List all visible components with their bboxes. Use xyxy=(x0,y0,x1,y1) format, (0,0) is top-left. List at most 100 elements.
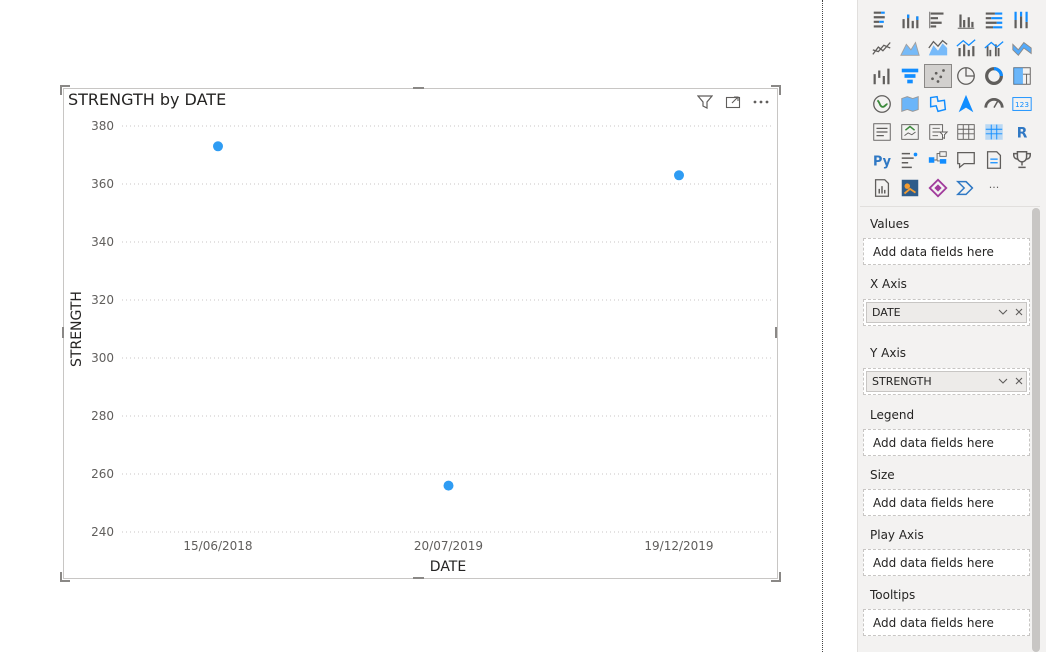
x-axis-well-label: X Axis xyxy=(870,277,907,291)
data-point[interactable] xyxy=(213,141,223,152)
svg-text:Py: Py xyxy=(873,155,892,170)
shape-map-icon[interactable] xyxy=(924,92,952,116)
size-well-label: Size xyxy=(870,468,895,482)
filled-map-icon[interactable] xyxy=(896,92,924,116)
table-icon[interactable] xyxy=(952,120,980,144)
100-bar-icon[interactable] xyxy=(980,8,1008,32)
chevron-down-icon[interactable] xyxy=(997,372,1009,396)
close-icon[interactable] xyxy=(1014,372,1024,396)
resize-handle-bl[interactable] xyxy=(60,572,70,582)
y-tick-label: 340 xyxy=(91,235,114,249)
kpi-icon[interactable] xyxy=(896,120,924,144)
matrix-icon[interactable] xyxy=(980,120,1008,144)
svg-text:123: 123 xyxy=(1015,100,1029,109)
chevron-down-icon[interactable] xyxy=(997,303,1009,327)
map-icon[interactable] xyxy=(868,92,896,116)
data-point[interactable] xyxy=(443,480,454,491)
smart-narrative-icon[interactable] xyxy=(980,148,1008,172)
play-axis-well-label: Play Axis xyxy=(870,528,924,542)
python-visual-icon[interactable]: Py xyxy=(868,148,896,172)
x-axis-field-pill[interactable]: DATE xyxy=(866,302,1027,323)
x-axis-drop-zone[interactable]: DATE xyxy=(863,299,1030,326)
resize-handle-bottom[interactable] xyxy=(413,577,424,579)
qna-icon[interactable] xyxy=(952,148,980,172)
line-clustered-column-icon[interactable] xyxy=(980,36,1008,60)
gallery-separator xyxy=(860,206,1040,207)
pane-divider xyxy=(822,0,823,652)
tooltips-well-label: Tooltips xyxy=(870,588,916,602)
funnel-icon[interactable] xyxy=(896,64,924,88)
legend-drop-zone[interactable]: Add data fields here xyxy=(863,429,1030,456)
treemap-icon[interactable] xyxy=(1008,64,1036,88)
paginated-report-icon[interactable] xyxy=(868,176,896,200)
values-well-label: Values xyxy=(870,217,910,231)
y-axis-field-name: STRENGTH xyxy=(872,375,932,388)
key-influencers-icon[interactable] xyxy=(896,148,924,172)
azure-map-icon[interactable] xyxy=(952,92,980,116)
area-chart-icon[interactable] xyxy=(896,36,924,60)
pane-scrollbar[interactable] xyxy=(1032,208,1040,652)
viz-gallery-row: 123 xyxy=(868,90,1036,118)
size-drop-zone[interactable]: Add data fields here xyxy=(863,489,1030,516)
slicer-icon[interactable] xyxy=(924,120,952,144)
more-visuals-icon[interactable]: ··· xyxy=(980,176,1008,200)
viz-gallery-row: Py xyxy=(868,146,1036,174)
r-visual-icon[interactable]: R xyxy=(1008,120,1036,144)
y-tick-label: 240 xyxy=(91,525,114,539)
line-chart-icon[interactable] xyxy=(868,36,896,60)
play-axis-drop-zone[interactable]: Add data fields here xyxy=(863,549,1030,576)
tooltips-drop-zone[interactable]: Add data fields here xyxy=(863,609,1030,636)
card-icon[interactable]: 123 xyxy=(1008,92,1036,116)
y-tick-label: 380 xyxy=(91,119,114,133)
resize-handle-tr[interactable] xyxy=(771,85,781,95)
resize-handle-top[interactable] xyxy=(413,87,424,89)
ribbon-chart-icon[interactable] xyxy=(1008,36,1036,60)
data-point[interactable] xyxy=(674,170,684,181)
power-automate-icon[interactable] xyxy=(952,176,980,200)
clustered-bar-icon[interactable] xyxy=(924,8,952,32)
scatter-visual[interactable]: STRENGTH by DATE 240 260 280 300 320 340 360 38… xyxy=(63,88,778,579)
svg-text:R: R xyxy=(1017,126,1028,142)
line-column-icon[interactable] xyxy=(952,36,980,60)
y-tick-label: 280 xyxy=(91,409,114,423)
viz-gallery-row xyxy=(868,6,1036,34)
x-tick-label: 20/07/2019 xyxy=(414,539,483,553)
x-axis-title: DATE xyxy=(430,559,466,575)
scatter-icon[interactable] xyxy=(924,64,952,88)
gauge-icon[interactable] xyxy=(980,92,1008,116)
pane-gutter xyxy=(825,0,857,652)
stacked-area-icon[interactable] xyxy=(924,36,952,60)
stacked-bar-icon[interactable] xyxy=(868,8,896,32)
y-tick-label: 360 xyxy=(91,177,114,191)
y-axis-drop-zone[interactable]: STRENGTH xyxy=(863,368,1030,395)
values-drop-zone[interactable]: Add data fields here xyxy=(863,238,1030,265)
close-icon[interactable] xyxy=(1014,303,1024,327)
decomposition-tree-icon[interactable] xyxy=(924,148,952,172)
100-column-icon[interactable] xyxy=(1008,8,1036,32)
donut-icon[interactable] xyxy=(980,64,1008,88)
x-tick-label: 15/06/2018 xyxy=(183,539,252,553)
waterfall-icon[interactable] xyxy=(868,64,896,88)
multi-row-card-icon[interactable] xyxy=(868,120,896,144)
viz-gallery-row xyxy=(868,34,1036,62)
y-axis-field-pill[interactable]: STRENGTH xyxy=(866,371,1027,392)
arcgis-icon[interactable] xyxy=(896,176,924,200)
resize-handle-br[interactable] xyxy=(771,572,781,582)
pie-icon[interactable] xyxy=(952,64,980,88)
resize-handle-tl[interactable] xyxy=(60,85,70,95)
y-axis-well-label: Y Axis xyxy=(870,346,907,360)
clustered-column-icon[interactable] xyxy=(952,8,980,32)
resize-handle-left[interactable] xyxy=(62,327,64,338)
goals-icon[interactable] xyxy=(1008,148,1036,172)
x-axis-field-name: DATE xyxy=(872,306,901,319)
resize-handle-right[interactable] xyxy=(775,327,777,338)
svg-text:···: ··· xyxy=(989,181,1000,194)
scatter-plot-area: 240 260 280 300 320 340 360 380 15/06/2018 20/07/… xyxy=(69,119,772,575)
power-apps-icon[interactable] xyxy=(924,176,952,200)
visualization-gallery: 123 R Py ··· xyxy=(868,6,1036,202)
viz-gallery-row xyxy=(868,62,1036,90)
stacked-column-icon[interactable] xyxy=(896,8,924,32)
y-tick-label: 320 xyxy=(91,293,114,307)
x-tick-label: 19/12/2019 xyxy=(644,539,713,553)
y-tick-label: 300 xyxy=(91,351,114,365)
